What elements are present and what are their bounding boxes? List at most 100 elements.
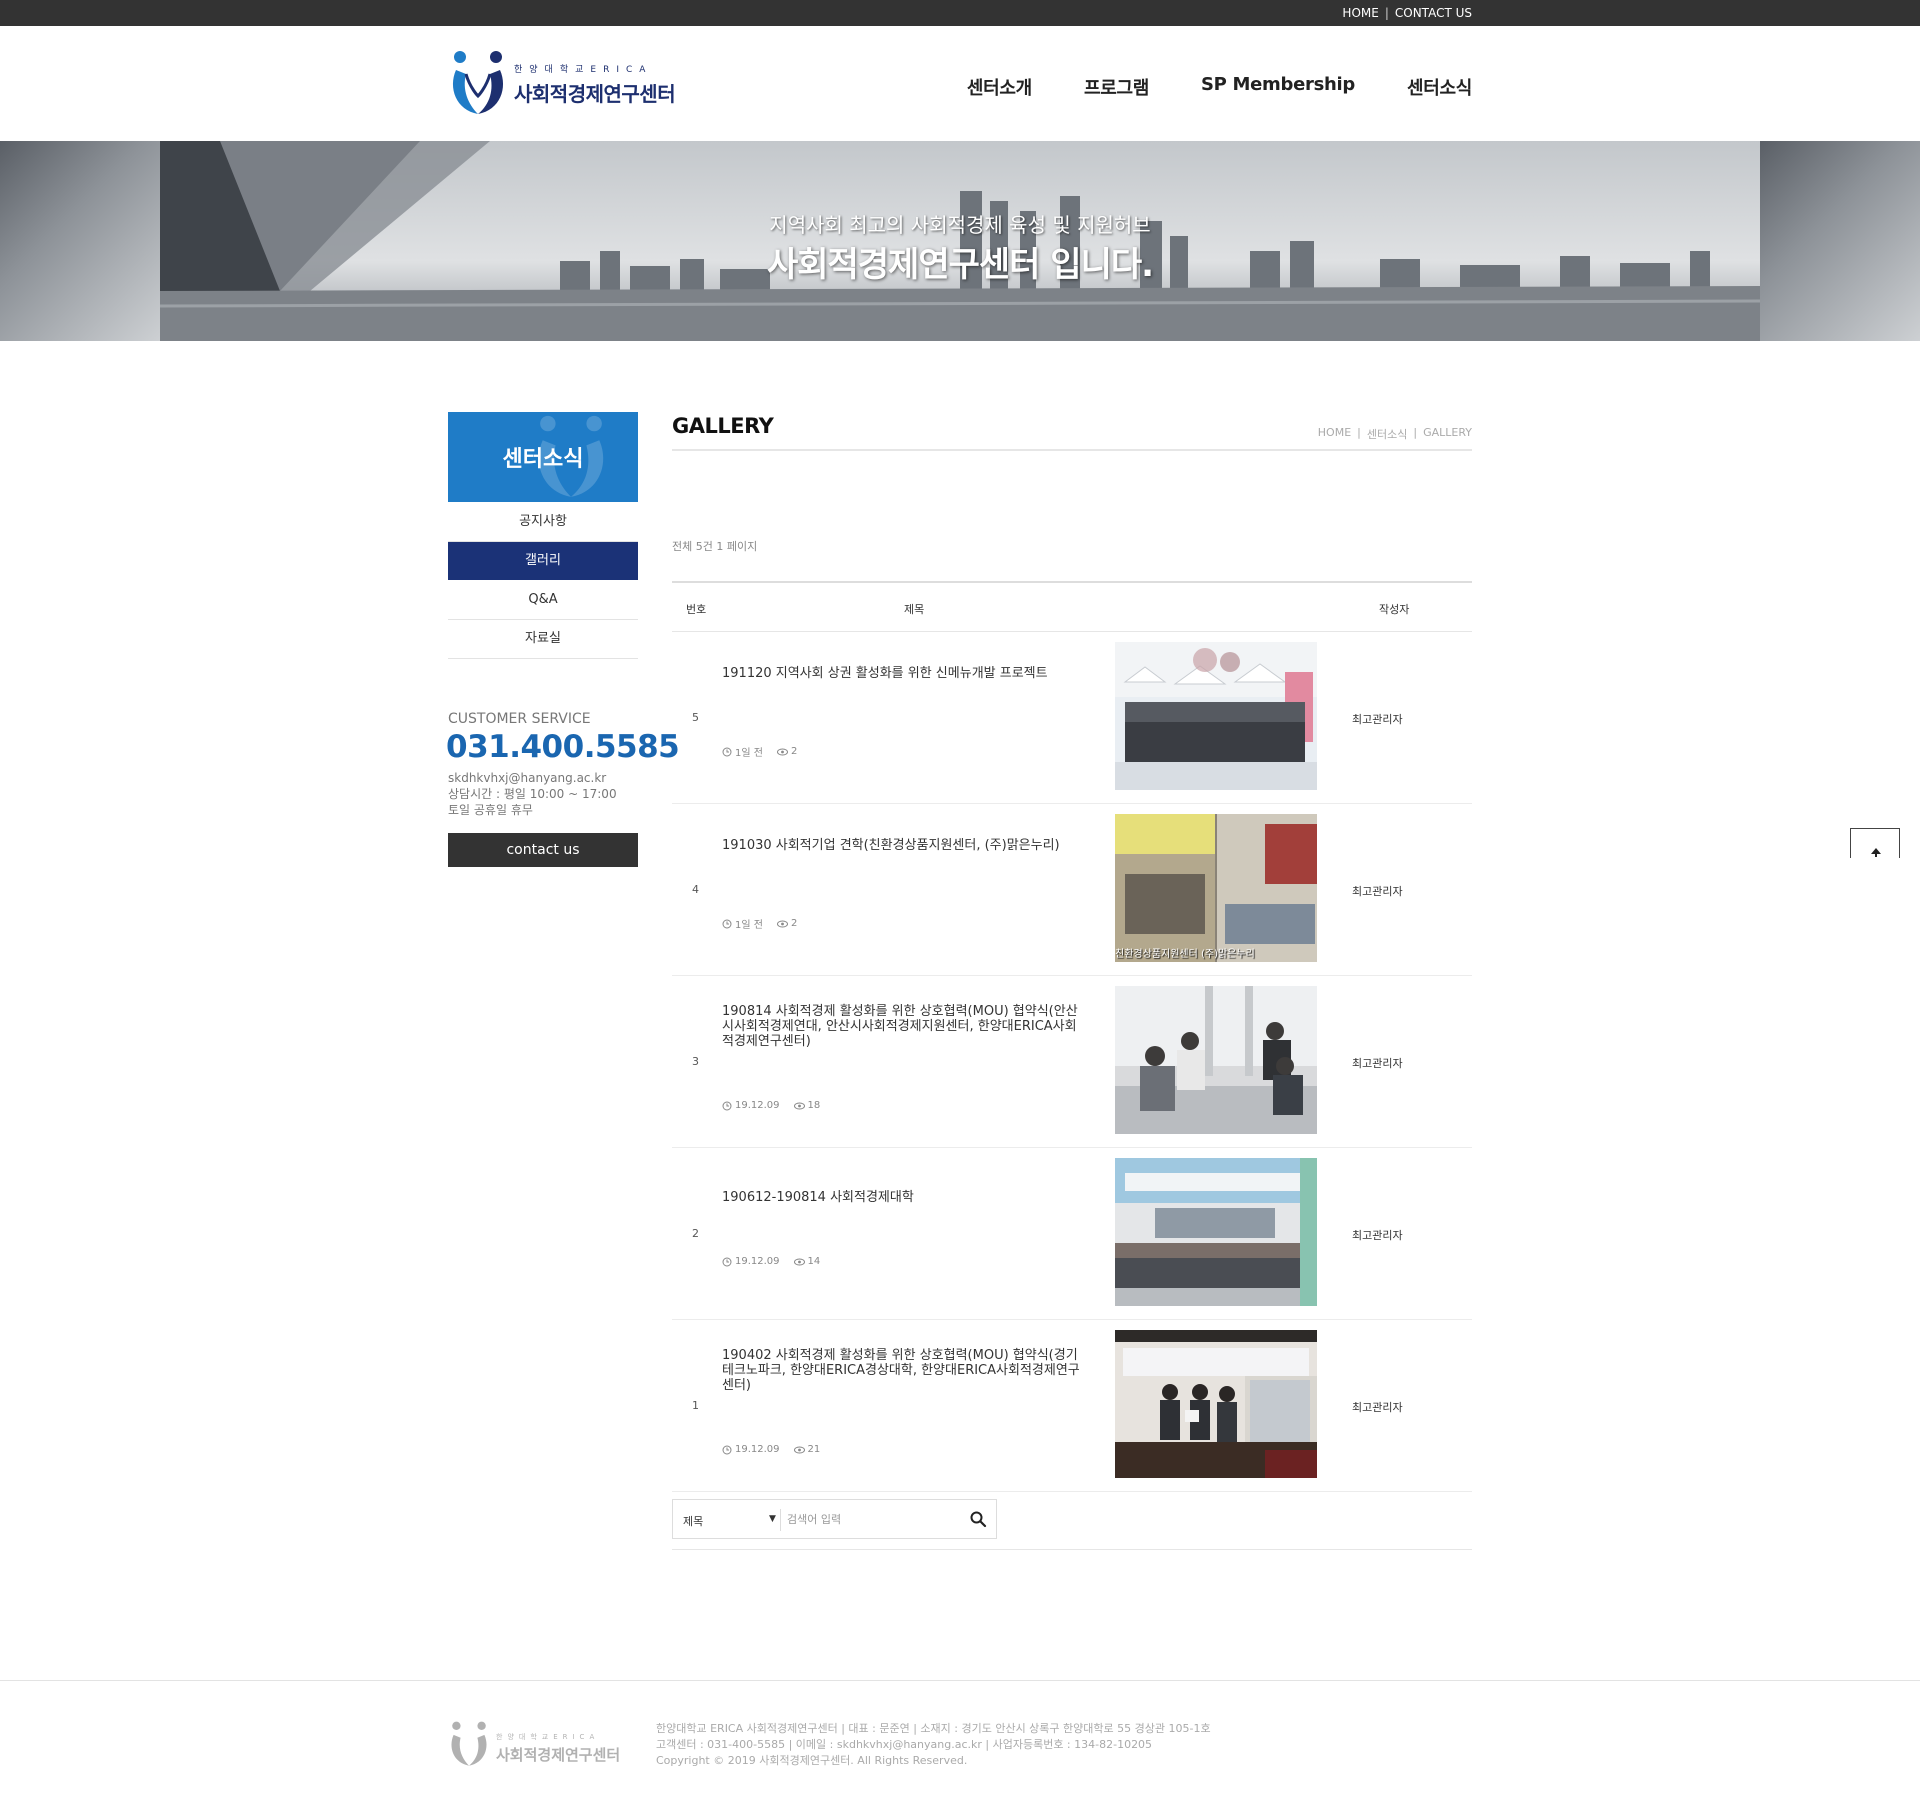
row-number: 1 (692, 1399, 699, 1412)
hero-banner: 지역사회 최고의 사회적경제 육성 및 지원허브 사회적경제연구센터 입니다. (0, 141, 1920, 341)
row-subject-link[interactable]: 191120 지역사회 상권 활성화를 위한 신메뉴개발 프로젝트 (722, 666, 1087, 681)
row-writer: 최고관리자 (1352, 713, 1403, 726)
contact-us-link[interactable]: CONTACT US (1395, 6, 1472, 20)
row-thumbnail-image[interactable] (1115, 1158, 1317, 1306)
footer-copyright: Copyright © 2019 사회적경제연구센터. All Rights R… (656, 1754, 968, 1767)
footer-address: 한양대학교 ERICA 사회적경제연구센터 | 대표 : 문준연 | 소재지 :… (656, 1722, 1211, 1735)
nav-program[interactable]: 프로그램 (1084, 74, 1149, 100)
breadcrumb-separator: | (1413, 426, 1418, 439)
site-header: 한양대학교ERICA 사회적경제연구센터 센터소개 프로그램 SP Member… (0, 26, 1920, 141)
sidebar-title: 센터소식 (448, 412, 638, 502)
search-divider-line (672, 1549, 1472, 1550)
caret-down-icon[interactable]: ▼ (769, 1514, 776, 1524)
search-icon[interactable] (969, 1510, 987, 1528)
table-row[interactable]: 5 191120 지역사회 상권 활성화를 위한 신메뉴개발 프로젝트 1일 전… (672, 632, 1472, 804)
eye-icon (793, 1102, 805, 1109)
row-meta: 1일 전 2 (722, 916, 797, 931)
table-row[interactable]: 1 190402 사회적경제 활성화를 위한 상호협력(MOU) 협약식(경기테… (672, 1320, 1472, 1492)
sidebar-item-qna[interactable]: Q&A (448, 581, 638, 620)
column-num: 번호 (686, 603, 707, 616)
nav-membership[interactable]: SP Membership (1201, 74, 1355, 100)
clock-icon (722, 1445, 732, 1454)
sidebar-title-text: 센터소식 (502, 447, 584, 472)
top-utility-bar: HOME | CONTACT US (0, 0, 1920, 26)
row-views: 18 (807, 1100, 821, 1111)
search-form: 제목 ▼ (672, 1499, 997, 1539)
row-meta: 19.12.09 18 (722, 1100, 820, 1111)
row-date: 1일 전 (735, 748, 763, 759)
logo-subtitle: 한양대학교ERICA (514, 65, 653, 75)
row-subject-link[interactable]: 190814 사회적경제 활성화를 위한 상호협력(MOU) 협약식(안산시사회… (722, 1004, 1087, 1049)
hero-subtitle: 지역사회 최고의 사회적경제 육성 및 지원허브 (769, 213, 1151, 237)
row-subject-link[interactable]: 190612-190814 사회적경제대학 (722, 1190, 1087, 1205)
customer-service-info: skdhkvhxj@hanyang.ac.kr 상담시간 : 평일 10:00 … (448, 770, 617, 818)
search-field-select[interactable]: 제목 (683, 1513, 778, 1529)
cs-email: skdhkvhxj@hanyang.ac.kr (448, 771, 607, 785)
eye-icon (793, 1258, 805, 1265)
row-number: 2 (692, 1227, 699, 1240)
breadcrumb-home[interactable]: HOME (1318, 426, 1351, 442)
table-row[interactable]: 4 191030 사회적기업 견학(친환경상품지원센터, (주)맑은누리) 1일… (672, 804, 1472, 976)
column-writer: 작성자 (1379, 603, 1410, 616)
row-thumbnail-image[interactable]: 친환경상품지원센터 (주)맑은누리 (1115, 814, 1317, 962)
site-logo[interactable]: 한양대학교ERICA 사회적경제연구센터 (448, 48, 708, 118)
eye-icon (776, 748, 788, 755)
breadcrumb-gallery: GALLERY (1423, 426, 1472, 439)
row-thumbnail-image[interactable] (1115, 642, 1317, 790)
home-link[interactable]: HOME (1342, 6, 1378, 20)
scroll-top-button[interactable] (1850, 828, 1900, 858)
cs-holiday: 토일 공휴일 휴무 (448, 803, 533, 817)
footer-logo-mark-icon (451, 1721, 487, 1766)
row-writer: 최고관리자 (1352, 1229, 1403, 1242)
customer-service-phone: 031.400.5585 (446, 729, 680, 765)
contact-us-button[interactable]: contact us (448, 833, 638, 867)
column-subject: 제목 (904, 603, 925, 616)
breadcrumb-separator: | (1357, 426, 1361, 439)
clock-icon (722, 1257, 732, 1266)
sidebar-item-notice[interactable]: 공지사항 (448, 503, 638, 542)
utility-separator: | (1384, 6, 1389, 20)
sidebar-item-gallery[interactable]: 갤러리 (448, 542, 638, 581)
main-nav: 센터소개 프로그램 SP Membership 센터소식 (967, 74, 1472, 100)
footer-logo-subtitle: 한양대학교ERICA (496, 1733, 600, 1741)
customer-service-title: CUSTOMER SERVICE (448, 711, 591, 727)
hero-title: 사회적경제연구센터 입니다. (766, 245, 1154, 285)
thumbnail-caption: 친환경상품지원센터 (주)맑은누리 (1115, 949, 1255, 960)
row-date: 19.12.09 (735, 1444, 780, 1455)
row-meta: 19.12.09 21 (722, 1444, 820, 1455)
row-subject-link[interactable]: 190402 사회적경제 활성화를 위한 상호협력(MOU) 협약식(경기테크노… (722, 1348, 1087, 1393)
logo-title: 사회적경제연구센터 (514, 82, 676, 106)
row-thumbnail-image[interactable] (1115, 986, 1317, 1134)
eye-icon (793, 1446, 805, 1453)
footer-logo: 한양대학교ERICA 사회적경제연구센터 (448, 1718, 638, 1770)
row-meta: 19.12.09 14 (722, 1256, 820, 1267)
logo-mark-icon (452, 51, 504, 114)
clock-icon (722, 1101, 732, 1110)
nav-news[interactable]: 센터소식 (1407, 74, 1472, 100)
row-views: 14 (807, 1256, 821, 1267)
post-count: 전체 5건 1 페이지 (672, 540, 758, 553)
breadcrumb-news[interactable]: 센터소식 (1367, 426, 1407, 442)
clock-icon (722, 919, 732, 928)
sidebar-item-archive[interactable]: 자료실 (448, 620, 638, 659)
row-writer: 최고관리자 (1352, 1401, 1403, 1414)
footer-logo-title: 사회적경제연구센터 (496, 1746, 621, 1764)
title-divider (672, 449, 1472, 451)
table-row[interactable]: 2 190612-190814 사회적경제대학 19.12.09 14 최고관리… (672, 1148, 1472, 1320)
row-date: 1일 전 (735, 920, 763, 931)
row-subject-link[interactable]: 191030 사회적기업 견학(친환경상품지원센터, (주)맑은누리) (722, 838, 1087, 853)
table-row[interactable]: 3 190814 사회적경제 활성화를 위한 상호협력(MOU) 협약식(안산시… (672, 976, 1472, 1148)
row-thumbnail-image[interactable] (1115, 1330, 1317, 1478)
cs-hours: 상담시간 : 평일 10:00 ~ 17:00 (448, 787, 617, 801)
search-input[interactable] (787, 1508, 957, 1530)
table-header: 번호 제목 작성자 (672, 581, 1472, 632)
footer-contact: 고객센터 : 031-400-5585 | 이메일 : skdhkvhxj@ha… (656, 1738, 1153, 1751)
row-views: 21 (807, 1444, 821, 1455)
utility-links: HOME | CONTACT US (1342, 6, 1472, 20)
row-date: 19.12.09 (735, 1256, 780, 1267)
row-meta: 1일 전 2 (722, 744, 797, 759)
footer-divider (0, 1680, 1920, 1681)
gallery-table: 번호 제목 작성자 5 191120 지역사회 상권 활성화를 위한 신메뉴개발… (672, 581, 1472, 1492)
nav-about[interactable]: 센터소개 (967, 74, 1032, 100)
footer-info: 한양대학교 ERICA 사회적경제연구센터 | 대표 : 문준연 | 소재지 :… (656, 1721, 1211, 1769)
